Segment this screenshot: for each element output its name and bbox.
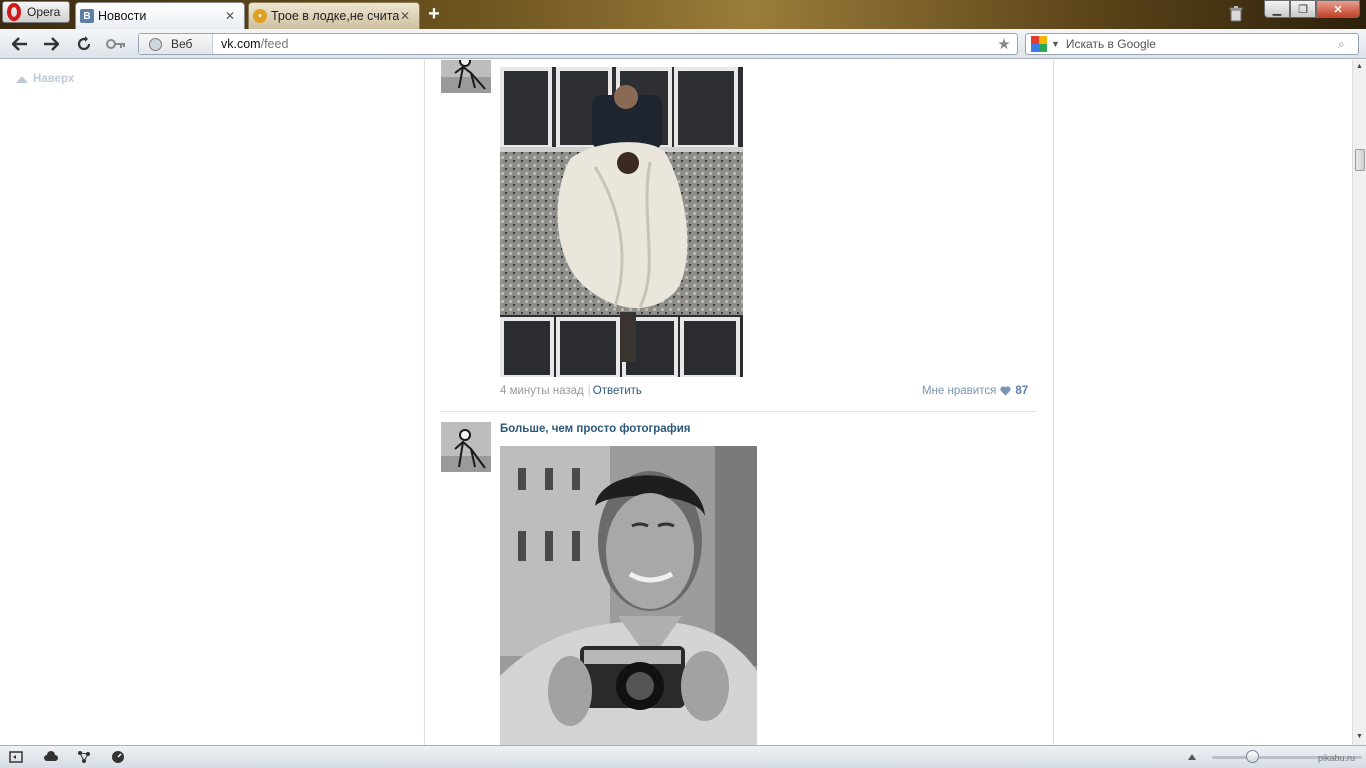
- avatar-image: [441, 60, 491, 93]
- arrow-right-icon: [44, 37, 59, 51]
- new-tab-button[interactable]: +: [424, 4, 444, 24]
- status-bar: pikabu.ru: [0, 745, 1366, 768]
- minimize-button[interactable]: ▁: [1264, 0, 1290, 18]
- tab-pikabu[interactable]: • Трое в лодке,не счита... ✕: [248, 2, 420, 29]
- address-mode-button[interactable]: Веб: [139, 34, 213, 54]
- post-photo[interactable]: [500, 446, 757, 745]
- close-tab-icon[interactable]: ✕: [224, 9, 236, 23]
- passwords-button[interactable]: [105, 34, 127, 54]
- scroll-to-top-label: Наверх: [33, 73, 75, 85]
- navigation-toolbar: Веб vk.com/feed ★ ▼ Искать в Google ⌕: [0, 29, 1366, 59]
- speed-dial-icon[interactable]: [111, 750, 125, 764]
- scroll-up-icon[interactable]: ▲: [1356, 63, 1363, 70]
- turbo-icon[interactable]: [77, 750, 91, 764]
- meta-separator: |: [587, 385, 591, 397]
- heart-icon: [1000, 386, 1011, 396]
- post-author-link[interactable]: Больше, чем просто фотография: [500, 423, 691, 435]
- watermark: pikabu.ru: [1318, 753, 1356, 763]
- opera-menu-label: Opera: [27, 5, 61, 19]
- reload-icon: [77, 36, 91, 51]
- vertical-scrollbar[interactable]: ▲ ▼: [1352, 60, 1366, 745]
- forward-button[interactable]: [40, 34, 62, 54]
- globe-icon: [149, 37, 162, 51]
- reload-button[interactable]: [73, 34, 95, 54]
- tab-news[interactable]: В Новости ✕: [75, 2, 245, 29]
- post-avatar[interactable]: [441, 60, 491, 93]
- scroll-to-top-link[interactable]: Наверх: [16, 73, 74, 85]
- url-path: /feed: [260, 37, 289, 51]
- unite-cloud-icon[interactable]: [44, 750, 58, 764]
- panel-toggle-icon[interactable]: [9, 750, 23, 764]
- vk-favicon-icon: В: [80, 9, 94, 23]
- avatar-image: [441, 422, 491, 472]
- pikabu-favicon-icon: •: [253, 9, 267, 23]
- opera-logo-icon: [7, 3, 21, 21]
- post-meta: 4 минуты назад | Ответить: [500, 385, 642, 397]
- arrow-up-icon[interactable]: [1188, 754, 1196, 760]
- post-photo[interactable]: [500, 67, 743, 377]
- post-avatar[interactable]: [441, 422, 491, 472]
- google-icon: [1031, 36, 1047, 52]
- key-icon: [106, 39, 125, 49]
- trash-icon[interactable]: [1229, 6, 1243, 22]
- arrow-left-icon: [12, 37, 27, 51]
- opera-menu-button[interactable]: Opera: [2, 1, 70, 23]
- like-count: 87: [1015, 385, 1029, 397]
- scroll-thumb[interactable]: [1355, 149, 1365, 171]
- url-field[interactable]: vk.com/feed: [213, 37, 995, 51]
- search-box[interactable]: ▼ Искать в Google ⌕: [1025, 33, 1359, 55]
- close-window-button[interactable]: ✕: [1316, 0, 1360, 18]
- arrow-up-icon: [16, 75, 28, 83]
- back-button[interactable]: [9, 34, 31, 54]
- page-content: Наверх 4 минуты назад | Ответить Мне нра…: [0, 60, 1352, 745]
- close-tab-icon[interactable]: ✕: [399, 9, 411, 23]
- zoom-slider-handle[interactable]: [1246, 750, 1259, 763]
- window-controls: ▁ ❐ ✕: [1264, 0, 1360, 18]
- tab-bar: Opera В Новости ✕ • Трое в лодке,не счит…: [0, 0, 1366, 29]
- post-divider: [440, 411, 1037, 412]
- like-label: Мне нравится: [922, 385, 997, 397]
- address-mode-label: Веб: [171, 37, 193, 51]
- tab-title: Трое в лодке,не счита...: [271, 9, 399, 23]
- chevron-down-icon[interactable]: ▼: [1051, 39, 1060, 49]
- tab-title: Новости: [98, 9, 147, 23]
- search-input[interactable]: Искать в Google: [1066, 37, 1338, 51]
- url-host: vk.com: [221, 37, 261, 51]
- address-bar[interactable]: Веб vk.com/feed ★: [138, 33, 1018, 55]
- restore-button[interactable]: ❐: [1290, 0, 1316, 18]
- man-with-camera-photo-image: [500, 446, 757, 745]
- search-icon[interactable]: ⌕: [1338, 37, 1354, 52]
- reply-link[interactable]: Ответить: [593, 385, 642, 397]
- scroll-down-icon[interactable]: ▼: [1356, 733, 1363, 740]
- post-time[interactable]: 4 минуты назад: [500, 385, 584, 397]
- wedding-photo-image: [500, 67, 743, 377]
- like-button[interactable]: Мне нравится 87: [922, 385, 1028, 397]
- bookmark-star-icon[interactable]: ★: [995, 35, 1013, 53]
